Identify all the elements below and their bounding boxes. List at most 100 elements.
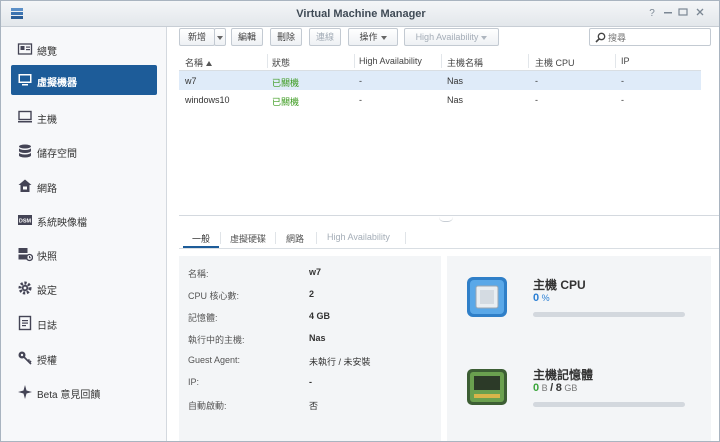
sidebar-item-image[interactable]: DSM 系統映像檔	[11, 205, 157, 235]
column-header-host-name[interactable]: 主機名稱	[447, 56, 483, 69]
sidebar-item-feedback[interactable]: Beta 意見回饋	[11, 377, 157, 407]
column-separator	[441, 54, 442, 68]
detail-label: 名稱:	[188, 269, 209, 279]
cpu-usage-value: 0 %	[533, 292, 550, 304]
close-icon[interactable]	[693, 7, 707, 21]
new-dropdown-button[interactable]	[214, 28, 226, 46]
detail-label: 自動啟動:	[188, 401, 227, 411]
detail-label: CPU 核心數:	[188, 291, 240, 301]
window-title: Virtual Machine Manager	[296, 8, 426, 20]
detail-label: Guest Agent:	[188, 355, 241, 365]
delete-button[interactable]: 刪除	[270, 28, 302, 46]
edit-button-label: 編輯	[237, 32, 256, 42]
delete-button-label: 刪除	[276, 32, 295, 42]
new-button[interactable]: 新增	[179, 28, 215, 46]
cell-host-name: Nas	[447, 95, 464, 105]
tab-separator	[405, 232, 406, 244]
minimize-icon[interactable]	[661, 7, 675, 21]
action-button-label: 操作	[359, 32, 378, 42]
detail-label: 執行中的主機:	[188, 335, 245, 345]
sidebar-item-label: 網路	[37, 184, 57, 195]
help-icon[interactable]: ?	[645, 7, 659, 21]
column-separator	[354, 54, 355, 68]
search-box[interactable]	[589, 28, 711, 46]
cpu-usage-bar	[533, 312, 685, 317]
sidebar-item-label: 系統映像檔	[37, 218, 87, 229]
title-bar[interactable]: Virtual Machine Manager ?	[1, 1, 719, 27]
license-key-icon	[18, 351, 32, 365]
memory-title: 主機記憶體	[533, 368, 594, 382]
memory-module-icon	[467, 369, 507, 405]
active-tab-indicator	[183, 246, 219, 248]
sidebar-item-host[interactable]: 主機	[11, 102, 157, 132]
action-button[interactable]: 操作	[348, 28, 398, 46]
sidebar-item-settings[interactable]: 設定	[11, 273, 157, 303]
sort-ascending-icon	[205, 61, 212, 66]
sidebar-item-label: 設定	[37, 286, 57, 297]
tab-general[interactable]: 一般	[192, 232, 210, 245]
high-availability-button-label: High Availability	[415, 32, 479, 42]
connect-button[interactable]: 連線	[309, 28, 341, 46]
svg-text:DSM: DSM	[19, 219, 32, 225]
cell-host-name: Nas	[447, 76, 464, 86]
search-input[interactable]	[608, 31, 706, 44]
column-header-ip[interactable]: IP	[621, 56, 630, 66]
detail-value-guest-agent: 未執行 / 未安裝	[309, 357, 371, 367]
sidebar-item-license[interactable]: 授權	[11, 343, 157, 373]
high-availability-button[interactable]: High Availability	[404, 28, 499, 46]
cell-name: w7	[185, 76, 197, 86]
sidebar-item-label: 總覽	[37, 47, 57, 58]
detail-label: IP:	[188, 377, 200, 387]
memory-used-unit: B	[541, 383, 548, 393]
sidebar-item-label: 日誌	[37, 321, 57, 332]
column-header-high-availability[interactable]: High Availability	[359, 56, 422, 66]
sidebar-item-log[interactable]: 日誌	[11, 308, 157, 338]
tab-separator	[275, 232, 276, 244]
grid-header: 名稱 狀態 High Availability 主機名稱 主機 CPU IP	[179, 51, 701, 71]
tab-virtual-disk[interactable]: 虛擬硬碟	[230, 232, 266, 245]
memory-usage-bar	[533, 402, 685, 407]
detail-value-running-host: Nas	[309, 333, 326, 343]
cpu-chip-icon	[467, 277, 507, 317]
host-resources-panel: 主機 CPU 0 % 主機記憶體 0 B / 8 GB	[447, 256, 711, 441]
cell-ip: -	[621, 76, 624, 86]
cell-status: 已關機	[272, 97, 300, 107]
edit-button[interactable]: 編輯	[231, 28, 263, 46]
tab-separator	[316, 232, 317, 244]
column-header-name[interactable]: 名稱	[185, 56, 212, 69]
sidebar-item-storage[interactable]: 儲存空間	[11, 136, 157, 166]
sidebar-item-virtual-machine[interactable]: 虛擬機器	[11, 65, 157, 95]
search-icon	[595, 32, 606, 43]
cell-host-cpu: -	[535, 76, 538, 86]
vmm-window: Virtual Machine Manager ? 總覽 虛擬機器 主機 儲存空…	[0, 0, 720, 442]
panel-splitter[interactable]	[179, 215, 719, 216]
sidebar-item-label: Beta 意見回饋	[37, 390, 101, 401]
memory-used-number: 0	[533, 382, 540, 394]
toolbar: 新增 編輯 刪除 連線 操作 High Availability	[167, 27, 719, 51]
sidebar-item-network[interactable]: 網路	[11, 171, 157, 201]
sidebar-item-snapshot[interactable]: 快照	[11, 239, 157, 269]
column-header-host-cpu[interactable]: 主機 CPU	[535, 56, 575, 69]
table-row[interactable]: windows10 已關機 - Nas - -	[179, 90, 701, 109]
detail-value-name: w7	[309, 267, 322, 277]
memory-usage-value: 0 B / 8 GB	[533, 382, 577, 394]
cell-host-cpu: -	[535, 95, 538, 105]
column-separator	[615, 54, 616, 68]
sidebar-item-overview[interactable]: 總覽	[11, 34, 157, 64]
connect-button-label: 連線	[315, 32, 334, 42]
table-row[interactable]: w7 已關機 - Nas - -	[179, 71, 701, 90]
cpu-usage-number: 0	[533, 292, 540, 304]
overview-icon	[17, 43, 33, 55]
virtual-machine-icon	[18, 74, 32, 86]
sidebar-item-label: 授權	[37, 356, 57, 367]
column-separator	[267, 54, 268, 68]
host-icon	[18, 110, 32, 123]
tab-high-availability[interactable]: High Availability	[327, 232, 390, 242]
detail-value-cpu-cores: 2	[309, 289, 315, 299]
column-header-status[interactable]: 狀態	[272, 56, 290, 69]
storage-icon	[19, 144, 31, 158]
splitter-handle[interactable]	[439, 217, 453, 222]
sidebar-item-label: 主機	[37, 115, 57, 126]
tab-network[interactable]: 網路	[286, 232, 304, 245]
maximize-icon[interactable]	[676, 7, 690, 21]
